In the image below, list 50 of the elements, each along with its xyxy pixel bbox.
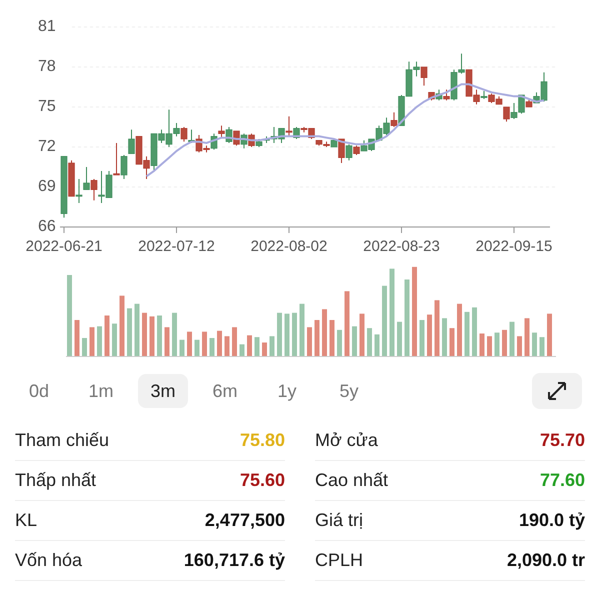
range-tab[interactable]: 5y xyxy=(324,374,374,408)
stat-value: 160,717.6 tỷ xyxy=(184,550,285,571)
axis-label: 75 xyxy=(37,97,57,117)
candlestick xyxy=(90,178,98,201)
stat-value: 190.0 tỷ xyxy=(518,510,585,531)
axis-label: 66 xyxy=(37,217,57,237)
axis-label: 2022-09-15 xyxy=(476,238,552,255)
candlestick xyxy=(420,66,428,86)
candlestick xyxy=(76,178,82,204)
candlestick xyxy=(113,142,120,176)
range-tab[interactable]: 1y xyxy=(262,374,312,408)
candlestick xyxy=(180,126,188,142)
candlestick xyxy=(346,144,352,161)
stat-value: 77.60 xyxy=(540,470,585,491)
axis-label: 2022-08-02 xyxy=(250,238,328,255)
stat-label: Vốn hóa xyxy=(15,550,82,571)
axis-label: 78 xyxy=(37,57,57,77)
stat-value: 2,090.0 tr xyxy=(506,550,585,571)
stat-label: Thấp nhất xyxy=(15,470,96,491)
stat-label: Giá trị xyxy=(315,510,364,531)
axis-label: 72 xyxy=(37,137,57,157)
candlestick xyxy=(353,145,360,156)
candlestick xyxy=(443,89,450,101)
expand-icon xyxy=(546,380,568,402)
stat-value: 75.60 xyxy=(240,470,285,491)
candlestick xyxy=(218,125,225,138)
range-tab[interactable]: 1m xyxy=(76,374,126,408)
axis-label: 69 xyxy=(37,177,57,197)
candlestick xyxy=(83,166,90,190)
stat-value: 75.80 xyxy=(240,430,285,451)
range-tab[interactable]: 6m xyxy=(200,374,250,408)
candlestick xyxy=(120,154,128,180)
expand-button[interactable] xyxy=(532,373,582,409)
stat-label: KL xyxy=(15,510,38,531)
stat-label: CPLH xyxy=(315,550,364,571)
stat-label: Cao nhất xyxy=(315,470,388,491)
range-tab[interactable]: 3m xyxy=(138,374,188,408)
stat-value: 75.70 xyxy=(540,430,585,451)
range-tab[interactable]: 0d xyxy=(14,374,64,408)
stat-label: Mở cửa xyxy=(315,430,378,451)
axis-label: 81 xyxy=(37,17,57,37)
candlestick xyxy=(390,112,398,128)
candlestick xyxy=(503,106,510,122)
candlestick xyxy=(286,116,292,137)
axis-label: 2022-06-21 xyxy=(26,238,102,255)
candlestick xyxy=(128,129,135,154)
stat-value: 2,477,500 xyxy=(204,510,285,531)
axis-label: 2022-08-23 xyxy=(363,238,440,255)
axis-label: 2022-07-12 xyxy=(138,238,215,255)
stat-label: Tham chiếu xyxy=(15,430,110,451)
